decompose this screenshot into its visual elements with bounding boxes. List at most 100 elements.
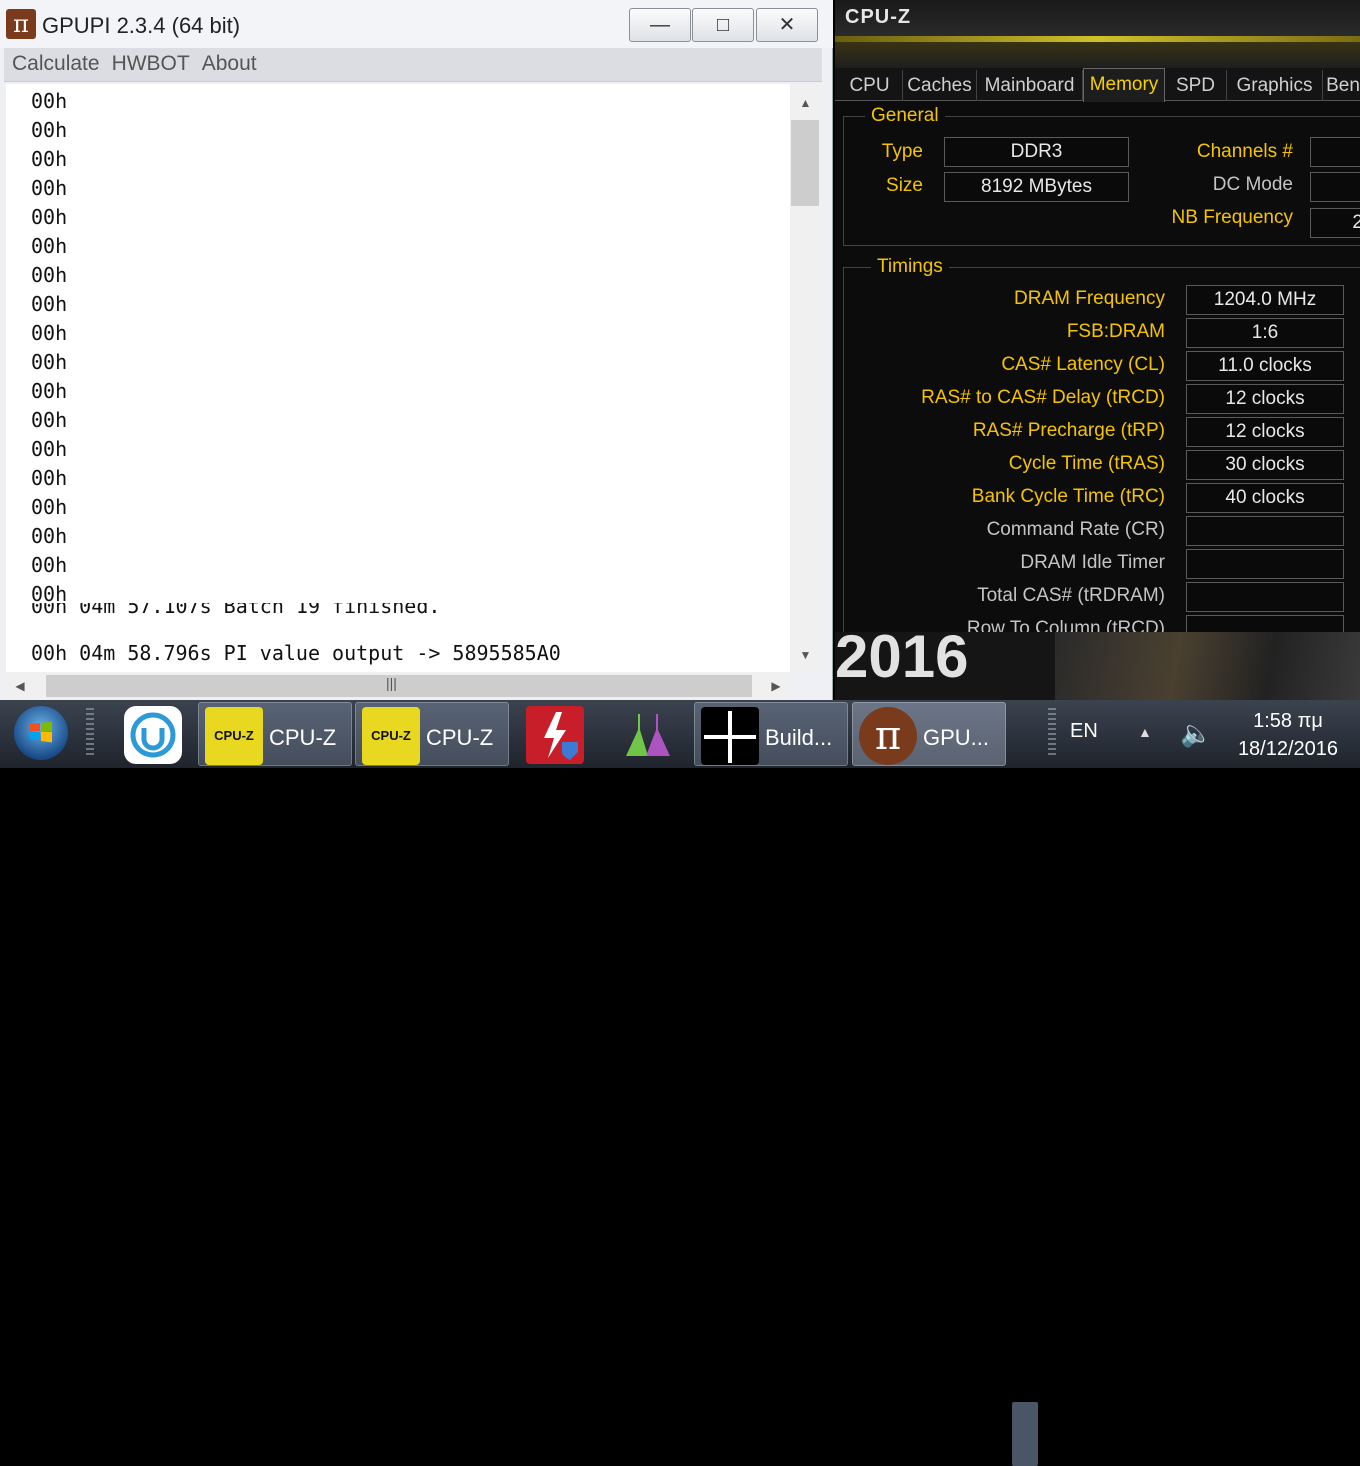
taskbar-grip[interactable] [86, 708, 94, 758]
taskbar-label: CPU-Z [269, 725, 337, 750]
log-line: 00h [31, 408, 68, 432]
grip-icon: ||| [386, 675, 397, 691]
log-line: 00h [31, 234, 68, 258]
taskbar-gpupi[interactable]: π GPU... [852, 702, 1006, 766]
cpuz-titlebar[interactable]: CPU-Z [835, 0, 1360, 68]
timing-value: 1:6 [1186, 318, 1344, 348]
tab-memory[interactable]: Memory [1083, 68, 1165, 102]
taskbar-label: Build... [765, 725, 833, 750]
minimize-button[interactable]: — [629, 8, 691, 42]
timing-value: 40 clocks [1186, 483, 1344, 513]
timing-label: Command Rate (CR) [986, 519, 1165, 540]
log-line: 00h [31, 205, 68, 229]
tab-bar: CPU Caches Mainboard Memory SPD Graphics… [835, 68, 1360, 102]
tab-cpu[interactable]: CPU [837, 70, 903, 101]
horizontal-scroll-thumb[interactable]: ||| [46, 675, 752, 697]
tab-bench[interactable]: Ben [1323, 70, 1360, 101]
clock-date[interactable]: 18/12/2016 [1228, 738, 1348, 761]
timing-value [1186, 615, 1344, 632]
timing-value: 11.0 clocks [1186, 351, 1344, 381]
banner-year: 2016 [835, 632, 969, 690]
taskbar-label: CPU-Z [426, 725, 494, 750]
title-decoration [835, 36, 1360, 42]
vertical-scroll-thumb[interactable] [791, 120, 819, 206]
timing-value: 12 clocks [1186, 384, 1344, 414]
timing-label: FSB:DRAM [1066, 321, 1165, 342]
channels-label: Channels # [1196, 141, 1293, 162]
banner-art [1055, 632, 1360, 700]
scroll-left-arrow-icon[interactable]: ◀ [10, 679, 30, 693]
tab-graphics[interactable]: Graphics [1227, 70, 1323, 101]
cpuz-title: CPU-Z [845, 6, 912, 28]
pi-app-icon: π [859, 707, 917, 765]
volume-icon[interactable]: 🔈 [1180, 718, 1212, 749]
tab-spd[interactable]: SPD [1165, 70, 1227, 101]
log-line: 00h [31, 437, 68, 461]
start-button[interactable] [14, 706, 68, 760]
log-line: 00h [31, 350, 68, 374]
scroll-up-arrow-icon[interactable]: ▲ [790, 96, 821, 110]
menu-bar: Calculate HWBOT About [4, 48, 822, 82]
uplay-icon [124, 706, 182, 764]
timing-label: Row To Column (tRCD) [966, 618, 1165, 632]
build-app-icon [701, 707, 759, 765]
clock-time[interactable]: 1:58 πμ [1228, 710, 1348, 733]
timing-value [1186, 582, 1344, 612]
log-line: 00h [31, 263, 68, 287]
log-line: 00h [31, 147, 68, 171]
timing-label: DRAM Frequency [1014, 288, 1165, 309]
scroll-right-arrow-icon[interactable]: ▶ [766, 679, 786, 693]
cpuz-banner: 2016 [835, 632, 1360, 700]
timing-label: Total CAS# (tRDRAM) [977, 585, 1165, 606]
vertical-scrollbar[interactable]: ▲ ▼ [790, 84, 821, 672]
taskbar-build[interactable]: Build... [694, 702, 848, 766]
maximize-button[interactable]: □ [692, 8, 754, 42]
log-line: 00h [31, 176, 68, 200]
log-line: 00h [31, 553, 68, 577]
tray-grip[interactable] [1048, 708, 1056, 758]
nbfreq-label: NB Frequency [1171, 207, 1293, 228]
nbfreq-value: 2 [1310, 208, 1360, 238]
close-button[interactable]: ✕ [756, 8, 818, 42]
taskbar-admin-tool[interactable] [520, 702, 590, 766]
timing-value: 30 clocks [1186, 450, 1344, 480]
log-line: 00h [31, 118, 68, 142]
taskbar-scroll[interactable] [1012, 1402, 1038, 1466]
size-value: 8192 MBytes [944, 172, 1129, 202]
taskbar-cpuz-2[interactable]: CPU-Z CPU-Z [355, 702, 509, 766]
menu-about[interactable]: About [194, 48, 261, 76]
pi-app-icon: π [6, 9, 36, 39]
log-line: 00h [31, 524, 68, 548]
timing-label: DRAM Idle Timer [1020, 552, 1165, 573]
show-hidden-icons-icon[interactable]: ▲ [1138, 724, 1152, 740]
cpuz-app-icon: CPU-Z [205, 707, 263, 765]
timing-label: Cycle Time (tRAS) [1008, 453, 1165, 474]
dcmode-value [1310, 172, 1360, 202]
log-line: 00h [31, 466, 68, 490]
log-line: 00h [31, 495, 68, 519]
scroll-down-arrow-icon[interactable]: ▼ [790, 648, 821, 662]
tab-caches[interactable]: Caches [903, 70, 977, 101]
shield-lightning-icon [526, 706, 584, 764]
taskbar-uplay[interactable] [118, 702, 182, 766]
cpuz-window: CPU-Z CPU Caches Mainboard Memory SPD Gr… [835, 0, 1360, 632]
timing-label: RAS# Precharge (tRP) [972, 420, 1165, 441]
menu-calculate[interactable]: Calculate [4, 48, 104, 76]
dcmode-label: DC Mode [1212, 174, 1293, 195]
timing-label: RAS# to CAS# Delay (tRCD) [921, 387, 1165, 408]
tab-mainboard[interactable]: Mainboard [977, 70, 1083, 101]
log-line-last: 00h 04m 58.796s PI value output -> 58955… [31, 641, 561, 665]
log-line: 00h [31, 89, 68, 113]
taskbar-cpuz-1[interactable]: CPU-Z CPU-Z [198, 702, 352, 766]
timing-value [1186, 549, 1344, 579]
language-indicator[interactable]: EN [1070, 720, 1098, 743]
window-title: GPUPI 2.3.4 (64 bit) [42, 13, 241, 38]
log-line-partial: 00h 04m 57.107s Batch 19 finished. [31, 603, 441, 618]
menu-hwbot[interactable]: HWBOT [104, 48, 194, 76]
log-output[interactable]: 00h 00h 00h 00h 00h 00h 00h 00h 00h 00h 00h 00h 00h 0… [6, 84, 792, 672]
taskbar-flask-app[interactable] [610, 702, 682, 766]
size-label: Size [886, 175, 923, 196]
horizontal-scrollbar[interactable]: ◀ ||| ▶ [6, 672, 791, 700]
gpupi-titlebar[interactable]: π GPUPI 2.3.4 (64 bit) — □ ✕ [0, 0, 833, 48]
timing-label: CAS# Latency (CL) [1001, 354, 1165, 375]
